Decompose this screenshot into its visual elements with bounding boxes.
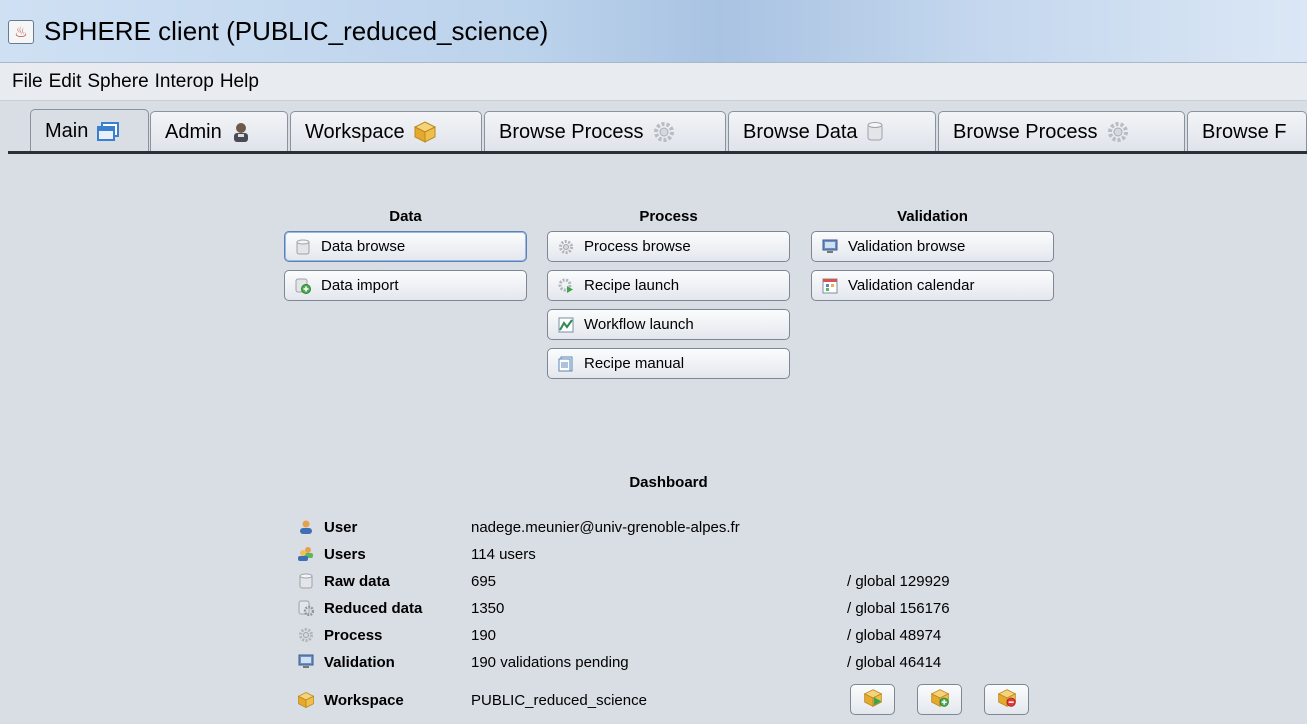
data-section-heading: Data — [389, 208, 422, 225]
tab-strip: Main Admin Workspace Browse Process Brow… — [0, 101, 1307, 156]
workspace-add-button[interactable] — [917, 684, 962, 715]
monitor-icon — [297, 653, 315, 671]
validation-section-heading: Validation — [897, 208, 968, 225]
admin-user-icon — [230, 121, 252, 143]
gear-icon — [652, 120, 676, 144]
recipe-launch-label: Recipe launch — [584, 277, 680, 294]
workflow-launch-button[interactable]: Workflow launch — [547, 309, 790, 340]
java-app-icon[interactable]: ♨ — [8, 20, 34, 44]
menu-help[interactable]: Help — [220, 71, 259, 93]
workspace-open-button[interactable] — [850, 684, 895, 715]
workspace-cube-icon — [413, 120, 437, 144]
dashboard-value: 114 users — [471, 545, 536, 563]
dashboard-label: User — [324, 518, 358, 536]
menu-bar: File Edit Sphere Interop Help — [0, 63, 1307, 101]
tab-workspace[interactable]: Workspace — [290, 111, 482, 152]
dashboard-label: Validation — [324, 653, 395, 671]
dashboard-row-reduced-data: Reduced data 1350 / global 156176 — [297, 597, 950, 619]
workflow-chart-icon — [558, 317, 574, 333]
data-import-button[interactable]: Data import — [284, 270, 527, 301]
dashboard-row-user: User nadege.meunier@univ-grenoble-alpes.… — [297, 516, 847, 538]
dashboard-heading: Dashboard — [629, 474, 708, 491]
process-section-heading: Process — [639, 208, 698, 225]
calendar-icon — [822, 278, 838, 294]
dashboard-label: Users — [324, 545, 366, 563]
database-icon — [866, 121, 884, 143]
tab-baseline — [8, 151, 1307, 154]
dashboard-global: / global 129929 — [847, 572, 950, 590]
validation-calendar-label: Validation calendar — [848, 277, 975, 294]
document-icon — [558, 356, 574, 372]
gear-icon — [297, 626, 315, 644]
recipe-manual-label: Recipe manual — [584, 355, 685, 372]
dashboard-label: Workspace — [324, 691, 404, 709]
dashboard-label: Raw data — [324, 572, 390, 590]
tab-main[interactable]: Main — [30, 109, 149, 153]
database-icon — [297, 572, 315, 590]
tab-admin-label: Admin — [165, 120, 222, 143]
tab-browse-truncated[interactable]: Browse F — [1187, 111, 1307, 152]
dashboard-label: Process — [324, 626, 383, 644]
dashboard-value: 190 — [471, 626, 497, 644]
workspace-open-icon — [863, 688, 883, 712]
window-title: SPHERE client (PUBLIC_reduced_science) — [44, 16, 549, 46]
recipe-manual-button[interactable]: Recipe manual — [547, 348, 790, 379]
database-icon — [295, 239, 311, 255]
dashboard-row-users: Users 114 users — [297, 543, 847, 565]
tab-browse-process-2[interactable]: Browse Process — [938, 111, 1185, 152]
menu-sphere[interactable]: Sphere — [87, 71, 148, 93]
dashboard-global: / global 156176 — [847, 599, 950, 617]
process-browse-label: Process browse — [584, 238, 691, 255]
dashboard-value: 695 — [471, 572, 497, 590]
data-import-label: Data import — [321, 277, 399, 294]
tab-browse-truncated-label: Browse F — [1202, 120, 1287, 143]
validation-browse-button[interactable]: Validation browse — [811, 231, 1054, 262]
dashboard-row-raw-data: Raw data 695 / global 129929 — [297, 570, 950, 592]
dashboard-label: Reduced data — [324, 599, 423, 617]
window-icon — [96, 121, 120, 142]
data-browse-label: Data browse — [321, 238, 406, 255]
validation-browse-label: Validation browse — [848, 238, 966, 255]
tab-browse-data-label: Browse Data — [743, 120, 858, 143]
dashboard-global: / global 46414 — [847, 653, 942, 671]
menu-edit[interactable]: Edit — [49, 71, 82, 93]
dashboard-row-process: Process 190 / global 48974 — [297, 624, 941, 646]
title-bar: ♨ SPHERE client (PUBLIC_reduced_science) — [0, 0, 1307, 63]
users-icon — [297, 545, 315, 563]
monitor-icon — [822, 239, 838, 255]
gear-run-icon — [558, 278, 574, 294]
process-browse-button[interactable]: Process browse — [547, 231, 790, 262]
dashboard-value: 1350 — [471, 599, 505, 617]
database-add-icon — [295, 278, 311, 294]
workflow-launch-label: Workflow launch — [584, 316, 694, 333]
dashboard-row-validation: Validation 190 validations pending / glo… — [297, 651, 941, 673]
dashboard-value: PUBLIC_reduced_science — [471, 691, 647, 709]
tab-admin[interactable]: Admin — [150, 111, 288, 152]
validation-calendar-button[interactable]: Validation calendar — [811, 270, 1054, 301]
user-icon — [297, 518, 315, 536]
tab-browse-process-label: Browse Process — [953, 120, 1098, 143]
reduced-data-icon — [297, 599, 315, 617]
tab-browse-process-label: Browse Process — [499, 120, 644, 143]
workspace-remove-button[interactable] — [984, 684, 1029, 715]
menu-interop[interactable]: Interop — [155, 71, 214, 93]
dashboard-value: 190 validations pending — [471, 653, 629, 671]
gear-icon — [558, 239, 574, 255]
dashboard-row-workspace: Workspace PUBLIC_reduced_science — [297, 689, 847, 711]
tab-browse-process-1[interactable]: Browse Process — [484, 111, 726, 152]
dashboard-global: / global 48974 — [847, 626, 942, 644]
dashboard-value: nadege.meunier@univ-grenoble-alpes.fr — [471, 518, 740, 536]
workspace-add-icon — [930, 688, 950, 712]
menu-file[interactable]: File — [12, 71, 43, 93]
workspace-remove-icon — [997, 688, 1017, 712]
data-browse-button[interactable]: Data browse — [284, 231, 527, 262]
workspace-cube-icon — [297, 691, 315, 709]
tab-workspace-label: Workspace — [305, 120, 405, 143]
recipe-launch-button[interactable]: Recipe launch — [547, 270, 790, 301]
gear-icon — [1106, 120, 1130, 144]
tab-browse-data[interactable]: Browse Data — [728, 111, 936, 152]
tab-main-label: Main — [45, 120, 89, 142]
